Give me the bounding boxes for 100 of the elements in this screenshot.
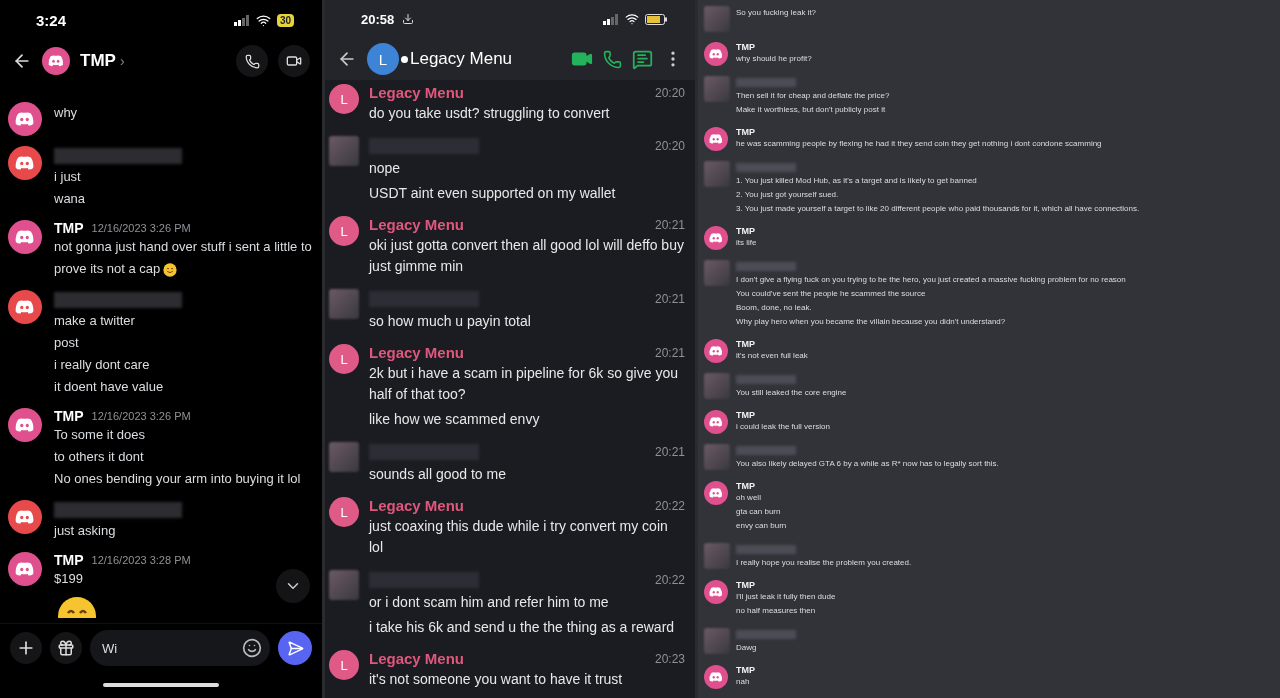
add-button[interactable] [10, 632, 42, 664]
timestamp: 20:21 [654, 345, 685, 360]
video-icon [286, 53, 302, 69]
chat-title: Legacy Menu [410, 49, 513, 69]
message-text: do you take usdt? struggling to convert [369, 104, 610, 123]
author-name: TMP [736, 339, 755, 349]
send-icon [286, 639, 304, 657]
discord-avatar [704, 481, 728, 505]
message-text: Make it worthless, but don't publicly post it [736, 104, 886, 116]
message-text: To some it does [54, 426, 146, 444]
message-text: gta can burn [736, 506, 781, 518]
chevron[interactable]: › [119, 53, 125, 69]
author-name: Legacy Menu [369, 216, 465, 233]
clock-time: 20:58 [361, 11, 395, 27]
discord-avatar [704, 226, 728, 250]
wifi-icon [255, 12, 271, 28]
message-text: its life [736, 237, 757, 249]
author-name: Legacy Menu [369, 344, 465, 361]
author-name: TMP [54, 220, 84, 236]
message-text: nah [736, 676, 750, 688]
message-text: post [54, 334, 79, 352]
message-text: I don't give a flying fuck on you trying to be the hero, you just created a massive fucking problem for no reason [736, 274, 1126, 286]
author-name: TMP [54, 552, 84, 568]
message-text: You still leaked the core engine [736, 387, 847, 399]
message-text: i really dont care [54, 356, 150, 374]
message-text: to others it dont [54, 448, 144, 466]
author-name: Legacy Menu [369, 497, 465, 514]
status-dot [401, 55, 408, 63]
message-text: just asking [54, 522, 116, 540]
send-button[interactable] [278, 631, 312, 665]
message-text: 3. You just made yourself a target to like 20 different people who paid thousands for it, which all have connections. [736, 203, 1140, 215]
discord-avatar [8, 102, 42, 136]
battery-level: 30 [276, 13, 294, 27]
message-text: You also likely delayed GTA 6 by a while as R* now has to legally sort this. [736, 458, 999, 470]
discord-avatar [8, 146, 42, 180]
discord-avatar [704, 410, 728, 434]
blurred-avatar [704, 76, 730, 102]
signal-icon [603, 13, 619, 25]
chat-title[interactable]: TMP [80, 51, 116, 71]
video-button[interactable] [278, 45, 310, 77]
message-text: $199 [54, 570, 83, 588]
phone-icon[interactable] [603, 49, 622, 69]
message-input[interactable]: Wi [90, 630, 270, 666]
blurred-avatar [329, 442, 359, 472]
message-text: he was scamming people by flexing he had it they send coin they get nothing i dont condone scamming [736, 138, 1102, 150]
message-text: I really hope you realise the problem you created. [736, 557, 912, 569]
author-name: Legacy Menu [369, 650, 465, 667]
message-text: Dawg [736, 642, 757, 654]
timestamp: 12/16/2023 3:26 PM [91, 222, 191, 234]
member-avatar: L [329, 650, 359, 680]
discord-avatar [8, 220, 42, 254]
blurred-avatar [329, 289, 359, 319]
message-text: no half measures then [736, 605, 816, 617]
message-text: oki just gotta convert then all good lol will deffo buy just gimme min [369, 236, 685, 276]
emoji-icon[interactable] [242, 638, 262, 658]
timestamp: 20:20 [654, 139, 685, 153]
discord-avatar [704, 42, 728, 66]
discord-avatar [42, 47, 70, 75]
message-text: So you fucking leak it? [736, 7, 817, 19]
message-text: or i dont scam him and refer him to me [369, 593, 609, 612]
call-button[interactable] [236, 45, 268, 77]
blurred-avatar [329, 136, 359, 166]
signal-icon [233, 14, 250, 26]
discord-avatar [704, 665, 728, 689]
message-text: i could leak the full version [736, 421, 830, 433]
timestamp: 20:23 [654, 651, 685, 666]
blurred-avatar [704, 444, 730, 470]
chat-icon[interactable] [632, 48, 653, 70]
timestamp: 20:21 [654, 217, 685, 232]
message-text: No ones bending your arm into buying it lol [54, 470, 301, 488]
message-text: wana [54, 190, 86, 208]
timestamp: 20:22 [654, 573, 685, 587]
author-name: TMP [736, 481, 755, 491]
download-icon [402, 13, 415, 25]
author-name: Legacy Menu [369, 84, 465, 101]
author-name: TMP [736, 410, 755, 420]
message-text: USDT aint even supported on my wallet [369, 184, 616, 203]
gift-button[interactable] [50, 632, 82, 664]
message-text: i take his 6k and send u the the thing as a reward [369, 618, 675, 637]
message-text: just coaxing this dude while i try convert my coin lol [369, 517, 669, 557]
blurred-avatar [704, 161, 730, 187]
contact-avatar: L [367, 43, 399, 75]
message-text: it's not even full leak [736, 350, 808, 362]
message-text: it's not someone you want to have it trust [369, 670, 623, 689]
discord-avatar [8, 290, 42, 324]
message-text: 2k but i have a scam in pipeline for 6k so give you half of that too? [369, 364, 679, 404]
message-text: not gonna just hand over stuff i sent a little to prove its not a cap [54, 238, 312, 279]
message-text: so how much u payin total [369, 312, 531, 331]
discord-avatar [8, 500, 42, 534]
timestamp: 12/16/2023 3:26 PM [91, 410, 191, 422]
message-text: nope [369, 159, 401, 178]
discord-avatar [704, 339, 728, 363]
blurred-avatar [704, 628, 730, 654]
author-name: TMP [736, 226, 755, 236]
clock-time: 3:24 [36, 11, 67, 29]
message-text: Boom, done, no leak. [736, 302, 812, 314]
timestamp: 20:22 [654, 498, 685, 513]
member-avatar: L [329, 497, 359, 527]
message-text: Then sell it for cheap and deflate the price? [736, 90, 890, 102]
timestamp: 20:21 [654, 445, 685, 459]
